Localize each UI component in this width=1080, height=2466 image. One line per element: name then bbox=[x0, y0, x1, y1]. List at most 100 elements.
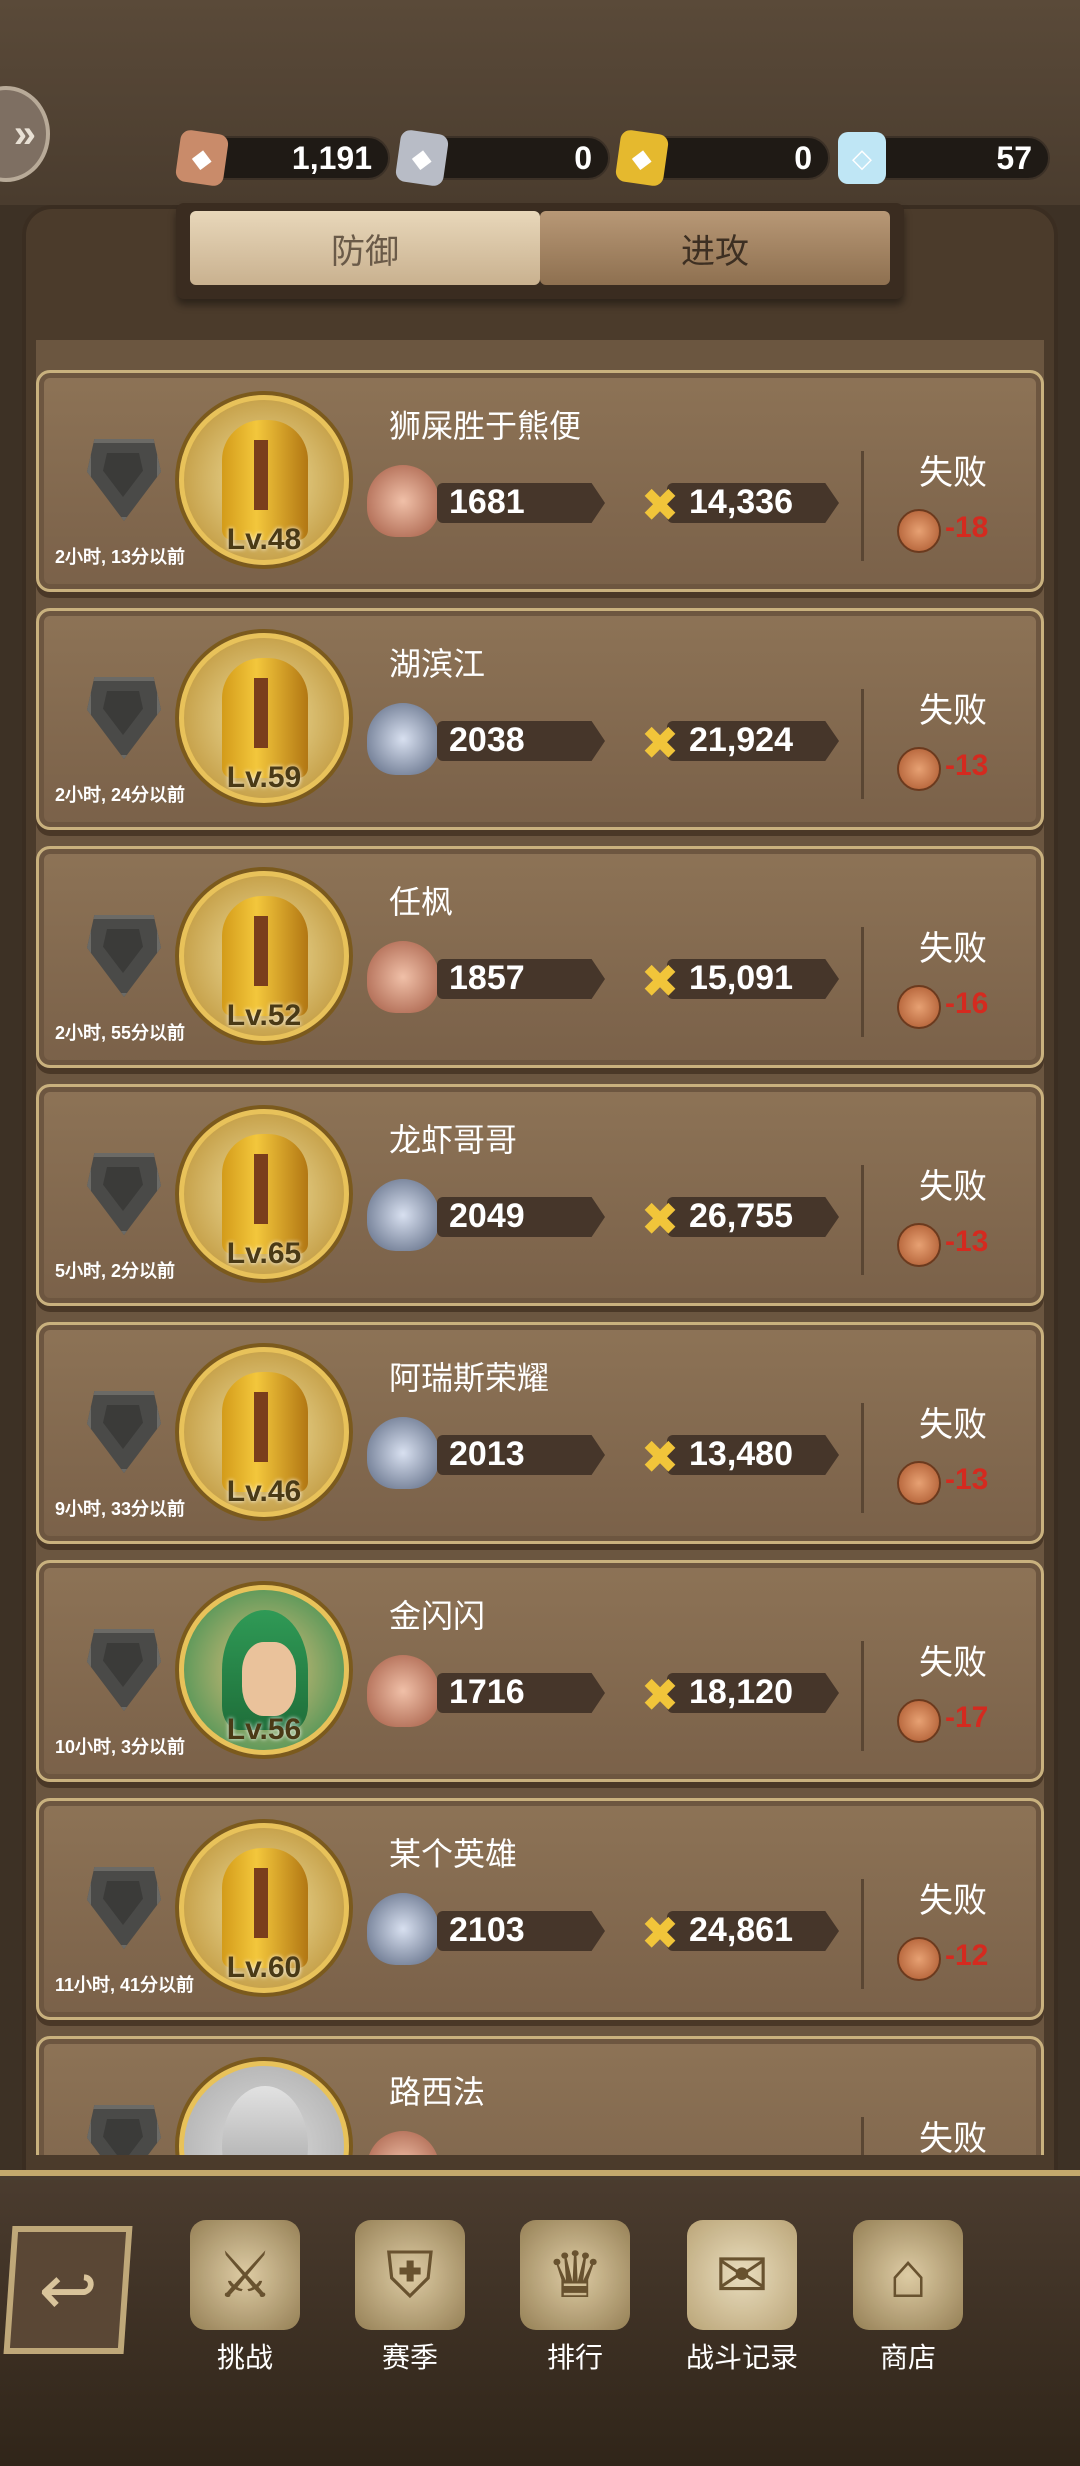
opponent-name: 湖滨江 bbox=[389, 646, 486, 682]
bronze-rank-icon bbox=[367, 465, 439, 537]
result-label: 失败 bbox=[919, 1882, 987, 1920]
copper-medal-icon bbox=[897, 1937, 941, 1981]
result-label: 失败 bbox=[919, 1644, 987, 1682]
opponent-level: Lv.60 bbox=[226, 1951, 302, 1984]
divider bbox=[861, 927, 864, 1037]
record-time: 11小时, 41分以前 bbox=[55, 1975, 195, 1995]
opponent-name: 路西法 bbox=[389, 2074, 486, 2110]
record-card[interactable]: 2小时, 24分以前 Lv.59 湖滨江 2038 ✖ 21,924 失败 -1… bbox=[36, 608, 1044, 830]
divider bbox=[861, 451, 864, 561]
copper-medal-icon bbox=[897, 985, 941, 1029]
copper-medal-icon bbox=[897, 1461, 941, 1505]
result-label: 失败 bbox=[919, 692, 987, 730]
record-card[interactable]: 11小时, 41分以前 Lv.60 某个英雄 2103 ✖ 24,861 失败 … bbox=[36, 1798, 1044, 2020]
shield-wings-icon: ⛨ bbox=[355, 2220, 465, 2330]
rank-points: 2103 bbox=[449, 1911, 525, 1949]
tab-attack[interactable]: 进攻 bbox=[540, 211, 890, 285]
divider bbox=[861, 1403, 864, 1513]
crossed-swords-icon: ✖ bbox=[640, 1907, 680, 1959]
result-label: 失败 bbox=[919, 1406, 987, 1444]
nav-season[interactable]: ⛨ 赛季 bbox=[340, 2220, 480, 2376]
result-label: 失败 bbox=[919, 2120, 987, 2155]
nav-battle-log[interactable]: ✉ 战斗记录 bbox=[672, 2220, 812, 2376]
points-delta: -16 bbox=[945, 987, 989, 1020]
power-value: 14,336 bbox=[689, 483, 793, 521]
copper-coin-icon: ◆ bbox=[174, 128, 230, 188]
record-time: 9小时, 33分以前 bbox=[55, 1499, 186, 1519]
crossed-swords-icon: ⚔ bbox=[190, 2220, 300, 2330]
result-label: 失败 bbox=[919, 454, 987, 492]
record-card[interactable]: 5小时, 2分以前 Lv.65 龙虾哥哥 2049 ✖ 26,755 失败 -1… bbox=[36, 1084, 1044, 1306]
back-button[interactable]: ↩ bbox=[3, 2226, 133, 2354]
opponent-avatar[interactable] bbox=[179, 2061, 349, 2155]
power-value: 26,755 bbox=[689, 1197, 793, 1235]
bronze-rank-icon bbox=[367, 1655, 439, 1727]
copper-resource: ◆ 1,191 bbox=[174, 128, 390, 188]
rank-points: 2013 bbox=[449, 1435, 525, 1473]
record-card[interactable]: 9小时, 33分以前 Lv.46 阿瑞斯荣耀 2013 ✖ 13,480 失败 … bbox=[36, 1322, 1044, 1544]
result-label: 失败 bbox=[919, 1168, 987, 1206]
silver-rank-icon bbox=[367, 703, 439, 775]
nav-ranking[interactable]: ♛ 排行 bbox=[505, 2220, 645, 2376]
opponent-level: Lv.56 bbox=[226, 1713, 302, 1746]
nav-challenge[interactable]: ⚔ 挑战 bbox=[175, 2220, 315, 2376]
bronze-rank-icon bbox=[367, 2131, 439, 2155]
rank-points: 2038 bbox=[449, 721, 525, 759]
record-card[interactable]: 10小时, 3分以前 Lv.56 金闪闪 1716 ✖ 18,120 失败 -1… bbox=[36, 1560, 1044, 1782]
rank-points: 1681 bbox=[449, 483, 525, 521]
rank-points: 2049 bbox=[449, 1197, 525, 1235]
crossed-swords-icon: ✖ bbox=[640, 1669, 680, 1721]
record-card[interactable]: 2小时, 13分以前 Lv.48 狮屎胜于熊便 1681 ✖ 14,336 失败… bbox=[36, 370, 1044, 592]
record-time: 10小时, 3分以前 bbox=[55, 1737, 186, 1757]
double-chevron-icon: » bbox=[13, 111, 36, 156]
opponent-name: 龙虾哥哥 bbox=[389, 1122, 518, 1158]
nav-label: 挑战 bbox=[216, 2342, 273, 2373]
opponent-level: Lv.65 bbox=[226, 1237, 302, 1270]
divider bbox=[861, 2117, 864, 2155]
silver-rank-icon bbox=[367, 1893, 439, 1965]
points-delta: -13 bbox=[945, 1463, 989, 1496]
bronze-rank-icon bbox=[367, 941, 439, 1013]
points-delta: -13 bbox=[945, 1225, 989, 1258]
record-time: 5小时, 2分以前 bbox=[55, 1261, 176, 1281]
record-card[interactable]: 2小时, 55分以前 Lv.52 任枫 1857 ✖ 15,091 失败 -16 bbox=[36, 846, 1044, 1068]
diamond-icon: ◇ bbox=[838, 132, 886, 184]
crossed-swords-icon: ✖ bbox=[640, 955, 680, 1007]
nav-shop[interactable]: ⌂ 商店 bbox=[838, 2220, 978, 2376]
record-time: 2小时, 55分以前 bbox=[55, 1023, 186, 1043]
tab-bar: 防御 进攻 bbox=[176, 203, 904, 299]
power-value: 21,924 bbox=[689, 721, 793, 759]
crossed-swords-icon: ✖ bbox=[640, 717, 680, 769]
nav-label: 排行 bbox=[546, 2342, 603, 2373]
result-label: 失败 bbox=[919, 930, 987, 968]
nav-label: 战斗记录 bbox=[685, 2342, 798, 2373]
opponent-name: 某个英雄 bbox=[389, 1836, 518, 1872]
opponent-name: 狮屎胜于熊便 bbox=[389, 408, 582, 444]
scroll-icon: ✉ bbox=[687, 2220, 797, 2330]
nav-label: 商店 bbox=[879, 2342, 936, 2373]
divider bbox=[861, 1165, 864, 1275]
nav-label: 赛季 bbox=[381, 2342, 438, 2373]
power-value: 15,091 bbox=[689, 959, 793, 997]
gold-coin-icon: ◆ bbox=[614, 128, 670, 188]
crossed-swords-icon: ✖ bbox=[640, 1431, 680, 1483]
points-delta: -17 bbox=[945, 1701, 989, 1734]
opponent-level: Lv.46 bbox=[226, 1475, 302, 1508]
trophy-icon: ♛ bbox=[520, 2220, 630, 2330]
tab-defense[interactable]: 防御 bbox=[190, 211, 540, 285]
rank-points: 1716 bbox=[449, 1673, 525, 1711]
copper-medal-icon bbox=[897, 747, 941, 791]
opponent-level: Lv.52 bbox=[226, 999, 302, 1032]
diamond-resource: ◇ 57 bbox=[838, 132, 1050, 184]
battle-record-list[interactable]: 2小时, 13分以前 Lv.48 狮屎胜于熊便 1681 ✖ 14,336 失败… bbox=[36, 340, 1044, 2155]
record-card[interactable]: 路西法 失败 bbox=[36, 2036, 1044, 2155]
opponent-name: 金闪闪 bbox=[389, 1598, 486, 1634]
shop-icon: ⌂ bbox=[853, 2220, 963, 2330]
silver-coin-icon: ◆ bbox=[394, 128, 450, 188]
record-time: 2小时, 13分以前 bbox=[55, 547, 186, 567]
points-delta: -13 bbox=[945, 749, 989, 782]
power-value: 18,120 bbox=[689, 1673, 793, 1711]
crossed-swords-icon: ✖ bbox=[640, 479, 680, 531]
silver-rank-icon bbox=[367, 1179, 439, 1251]
divider bbox=[861, 689, 864, 799]
